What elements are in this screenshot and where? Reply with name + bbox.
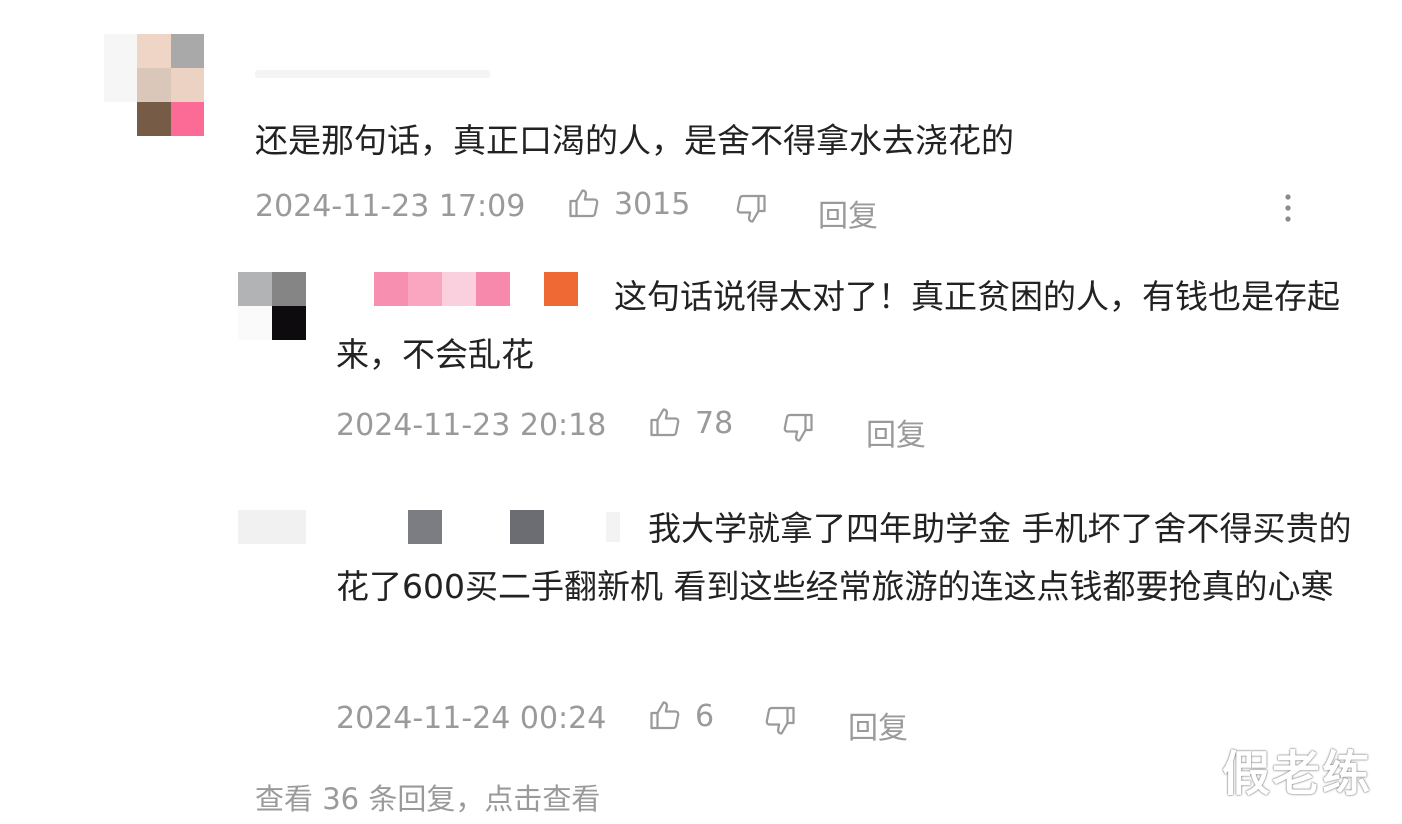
reply-text: 我大学就拿了四年助学金 手机坏了舍不得买贵的 花了600买二手翻新机 看到这些经… [336,509,1352,606]
reply-timestamp: 2024-11-24 00:24 [336,701,607,736]
avatar[interactable] [104,34,204,136]
reply-avatar[interactable] [238,272,306,340]
thumbs-down-icon [762,702,798,738]
thumbs-up-icon [566,186,602,222]
thumbs-down-icon [780,409,816,445]
thumbs-up-icon [647,698,683,734]
dislike-button[interactable] [733,190,769,226]
reply-timestamp: 2024-11-23 20:18 [336,408,607,443]
more-vertical-icon[interactable] [1276,192,1300,226]
like-button[interactable]: 6 [647,698,714,734]
thumbs-down-icon [733,190,769,226]
username-blurred[interactable] [255,70,490,78]
thumbs-up-icon [647,405,683,441]
reply-avatar[interactable] [238,510,306,544]
comment-timestamp: 2024-11-23 17:09 [255,189,526,224]
like-button[interactable]: 78 [647,405,733,441]
like-count: 6 [695,698,715,734]
reply-button[interactable]: 回复 [866,410,926,454]
dislike-button[interactable] [780,409,816,445]
comment-text: 还是那句话，真正口渴的人，是舍不得拿水去浇花的 [255,121,1014,160]
dislike-button[interactable] [762,702,798,738]
watermark: 假老练 [1222,746,1373,802]
reply-text: 这句话说得太对了！真正贫困的人，有钱也是存起来，不会乱花 [336,277,1340,374]
reply-button[interactable]: 回复 [818,191,878,235]
like-count: 3015 [614,186,691,222]
view-more-replies-link[interactable]: 查看 36 条回复，点击查看 [255,776,600,818]
like-button[interactable]: 3015 [566,186,690,222]
like-count: 78 [695,405,734,441]
reply-button[interactable]: 回复 [848,703,908,747]
